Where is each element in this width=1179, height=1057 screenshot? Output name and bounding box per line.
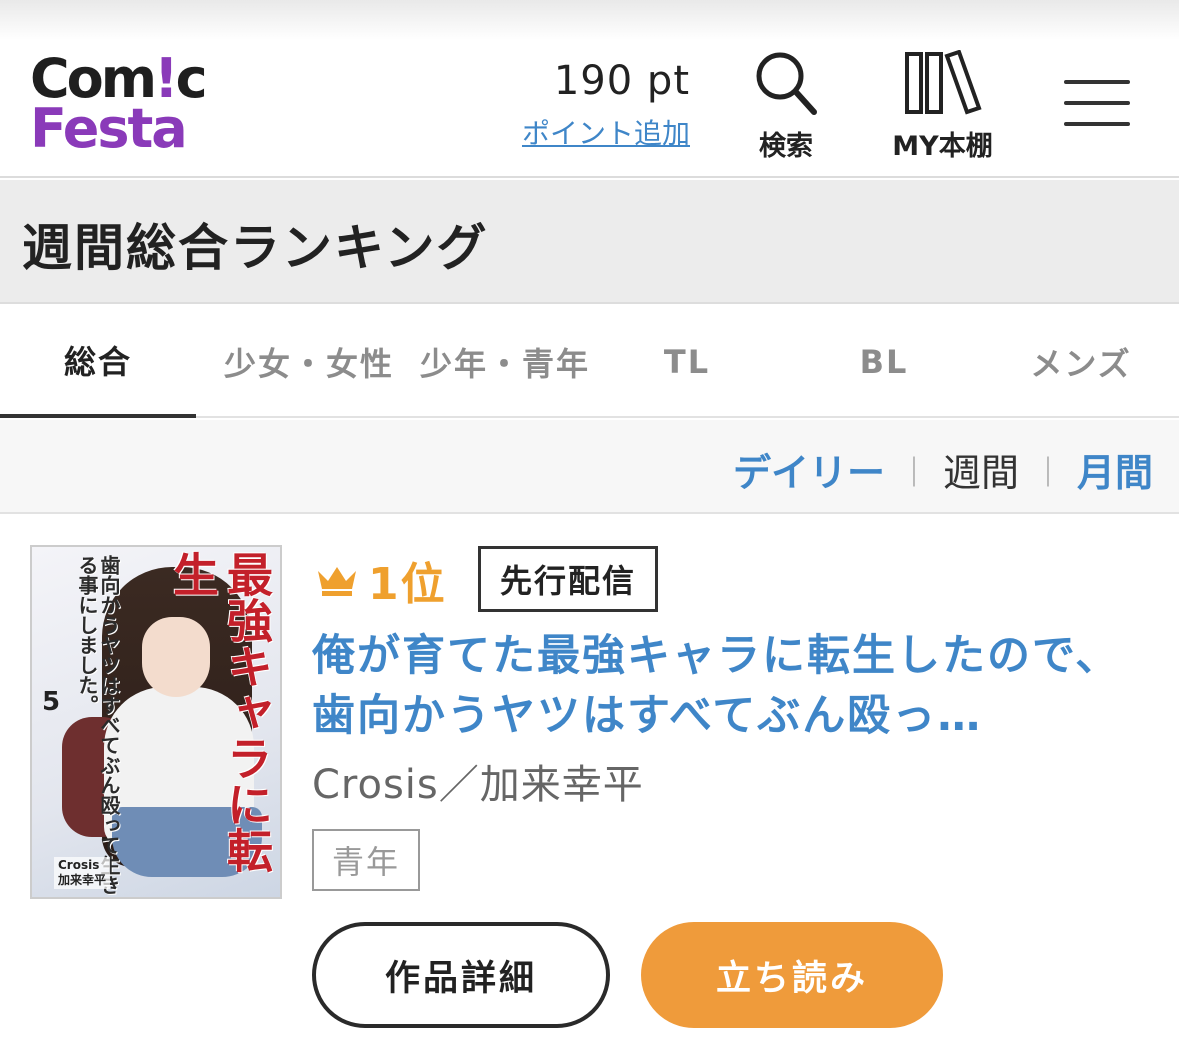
rank-number: 1位 (368, 559, 447, 610)
bookshelf-icon (904, 49, 982, 115)
period-monthly-link[interactable]: 月間 (1077, 442, 1153, 497)
cover-subtitle-text: 歯向かうヤツはすべてぶん殴って生きる事にしました。 (75, 555, 121, 895)
period-weekly-current: 週間 (942, 451, 1019, 495)
app-header: Com!c Festa 190 pt ポイント追加 検索 MY本棚 (0, 0, 1179, 178)
tab-all[interactable]: 総合 (0, 306, 196, 418)
search-label: 検索 (759, 131, 813, 162)
work-author: Crosis／加来幸平 (312, 762, 644, 808)
tab-bl[interactable]: BL (786, 306, 982, 418)
rank-indicator: 1位 (316, 552, 447, 610)
cover-volume-number: 5 (42, 687, 61, 717)
points-balance: 190 pt (553, 58, 690, 104)
hamburger-menu-icon[interactable] (1064, 80, 1130, 130)
period-selector: デイリー ｜ 週間 ｜ 月間 (733, 442, 1153, 497)
cover-credits: Crosis 加来幸平 (54, 857, 111, 889)
tab-shounen-seinen[interactable]: 少年・青年 (407, 306, 603, 418)
work-title-link[interactable]: 俺が育てた最強キャラに転生したので、歯向かうヤツはすべてぶん殴っ… (312, 626, 1152, 746)
cover-art-face (142, 617, 210, 697)
tab-tl[interactable]: TL (589, 306, 785, 418)
genre-tag: 青年 (312, 829, 420, 891)
page-title-bar: 週間総合ランキング (0, 180, 1179, 304)
menu-line (1064, 122, 1130, 126)
period-separator: ｜ (898, 455, 929, 491)
cover-credit-art: 加来幸平 (58, 873, 107, 887)
cover-title-text: 最強キャラに転生 (166, 551, 274, 873)
menu-line (1064, 101, 1130, 105)
search-button[interactable]: 検索 (745, 50, 827, 163)
period-daily-link[interactable]: デイリー (733, 442, 885, 497)
points-area: 190 pt ポイント追加 (500, 56, 690, 152)
page-title: 週間総合ランキング (22, 219, 489, 277)
search-icon (756, 52, 817, 115)
period-separator: ｜ (1032, 455, 1063, 491)
cover-credit-original: Crosis (58, 858, 100, 872)
tab-shoujo-josei[interactable]: 少女・女性 (211, 306, 407, 418)
bookshelf-button[interactable]: MY本棚 (880, 49, 1005, 163)
crown-icon (316, 563, 358, 597)
tab-mens[interactable]: メンズ (983, 306, 1179, 418)
period-selector-row: デイリー ｜ 週間 ｜ 月間 (0, 420, 1179, 514)
comic-festa-logo[interactable]: Com!c Festa (30, 52, 208, 160)
bookshelf-label: MY本棚 (892, 131, 993, 162)
early-release-badge: 先行配信 (478, 546, 658, 612)
genre-tabs: 総合 少女・女性 少年・青年 TL BL メンズ (0, 306, 1179, 418)
logo-text-festa: Festa (30, 97, 188, 160)
add-points-link[interactable]: ポイント追加 (522, 112, 690, 152)
preview-read-button[interactable]: 立ち読み (641, 922, 943, 1028)
book-cover-image[interactable]: 最強キャラに転生 歯向かうヤツはすべてぶん殴って生きる事にしました。 5 Cro… (30, 545, 282, 899)
menu-line (1064, 80, 1130, 84)
work-details-button[interactable]: 作品詳細 (312, 922, 610, 1028)
